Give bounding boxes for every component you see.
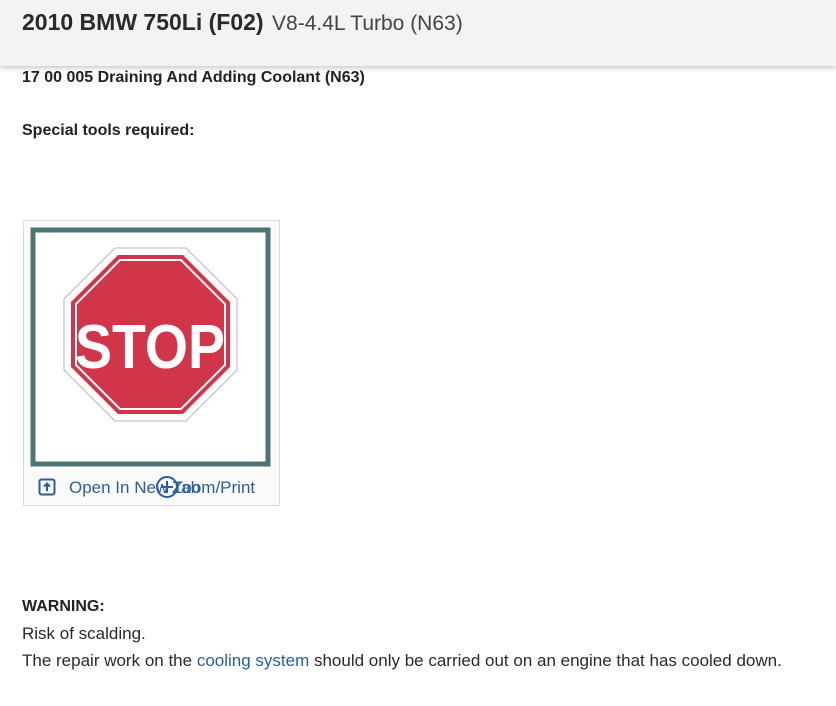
cooling-system-link[interactable]: cooling system bbox=[197, 651, 309, 670]
vehicle-heading: 2010 BMW 750Li (F02) V8-4.4L Turbo (N63) bbox=[22, 9, 463, 36]
warning-text-before-link: The repair work on the bbox=[22, 651, 197, 670]
open-in-new-tab-icon[interactable] bbox=[38, 478, 56, 496]
procedure-title: 17 00 005 Draining And Adding Coolant (N… bbox=[22, 69, 365, 86]
warning-text-scalding: Risk of scalding. bbox=[22, 624, 146, 643]
special-tools-label: Special tools required: bbox=[22, 122, 195, 139]
zoom-print-link[interactable]: Zoom/Print bbox=[172, 478, 255, 498]
vehicle-name: 2010 BMW 750Li (F02) bbox=[22, 9, 264, 35]
warning-heading: WARNING: bbox=[22, 598, 105, 615]
engine-name: V8-4.4L Turbo (N63) bbox=[272, 12, 463, 35]
header-bar: 2010 BMW 750Li (F02) V8-4.4L Turbo (N63) bbox=[0, 0, 836, 66]
stop-sign-text: STOP bbox=[75, 313, 225, 382]
warning-text-after-link: should only be carried out on an engine … bbox=[309, 651, 782, 670]
figure-card: STOP Open In New Tab Zoom/Print bbox=[23, 220, 280, 506]
figure-actions: Open In New Tab Zoom/Print bbox=[24, 471, 279, 505]
stop-sign-image[interactable]: STOP bbox=[30, 227, 271, 467]
warning-text-cooling: The repair work on the cooling system sh… bbox=[22, 651, 782, 671]
